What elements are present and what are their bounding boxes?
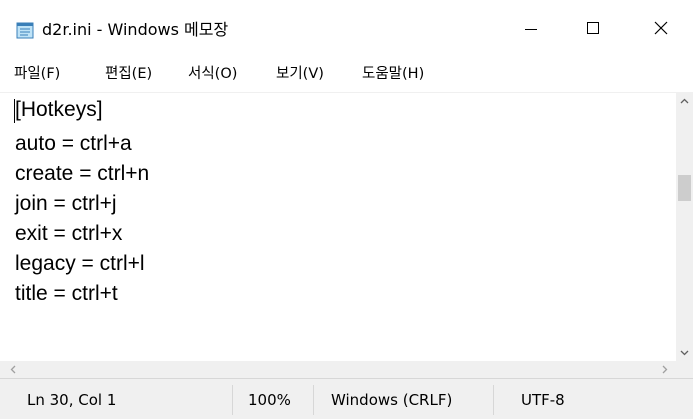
menu-view[interactable]: 보기(V) bbox=[276, 64, 324, 84]
minimize-button[interactable] bbox=[508, 0, 554, 56]
chevron-left-icon bbox=[10, 365, 15, 374]
menu-help[interactable]: 도움말(H) bbox=[362, 64, 424, 84]
scroll-thumb[interactable] bbox=[678, 175, 691, 201]
maximize-button[interactable] bbox=[570, 0, 616, 56]
menu-file[interactable]: 파일(F) bbox=[14, 64, 60, 84]
editor-line: auto = ctrl+a bbox=[15, 132, 132, 155]
maximize-icon bbox=[587, 22, 599, 34]
notepad-window: d2r.ini - Windows 메모장 파일(F) 편집(E) 서식(O) … bbox=[0, 0, 693, 419]
text-editor[interactable]: [Hotkeys] auto = ctrl+a create = ctrl+n … bbox=[0, 92, 676, 361]
cursor-position: Ln 30, Col 1 bbox=[27, 391, 117, 409]
chevron-right-icon bbox=[662, 365, 667, 374]
zoom-level: 100% bbox=[248, 391, 291, 409]
chevron-up-icon bbox=[680, 98, 689, 103]
editor-line: [Hotkeys] bbox=[15, 98, 103, 121]
scroll-left-button[interactable] bbox=[4, 361, 21, 378]
horizontal-scrollbar[interactable] bbox=[0, 361, 676, 378]
editor-line: create = ctrl+n bbox=[15, 162, 150, 185]
scroll-down-button[interactable] bbox=[676, 344, 693, 361]
editor-line: legacy = ctrl+l bbox=[15, 252, 145, 275]
close-button[interactable] bbox=[638, 0, 684, 56]
vertical-scrollbar[interactable] bbox=[676, 92, 693, 361]
menu-bar: 파일(F) 편집(E) 서식(O) 보기(V) 도움말(H) bbox=[0, 56, 693, 92]
menu-format[interactable]: 서식(O) bbox=[188, 64, 237, 84]
window-title: d2r.ini - Windows 메모장 bbox=[42, 20, 229, 39]
chevron-down-icon bbox=[680, 350, 689, 355]
menu-edit[interactable]: 편집(E) bbox=[105, 64, 152, 84]
close-icon bbox=[654, 21, 668, 35]
status-bar: Ln 30, Col 1 100% Windows (CRLF) UTF-8 bbox=[0, 378, 693, 419]
line-ending: Windows (CRLF) bbox=[331, 391, 453, 409]
editor-line: exit = ctrl+x bbox=[15, 222, 123, 245]
scroll-right-button[interactable] bbox=[656, 361, 673, 378]
scroll-up-button[interactable] bbox=[676, 92, 693, 109]
encoding: UTF-8 bbox=[521, 391, 565, 409]
status-divider bbox=[232, 385, 233, 415]
editor-line: join = ctrl+j bbox=[15, 192, 117, 215]
notepad-icon bbox=[16, 22, 34, 39]
title-bar[interactable]: d2r.ini - Windows 메모장 bbox=[0, 0, 693, 56]
status-divider bbox=[493, 385, 494, 415]
editor-line: title = ctrl+t bbox=[15, 282, 118, 305]
minimize-icon bbox=[525, 28, 537, 30]
scrollbar-corner bbox=[676, 361, 693, 378]
status-divider bbox=[313, 385, 314, 415]
